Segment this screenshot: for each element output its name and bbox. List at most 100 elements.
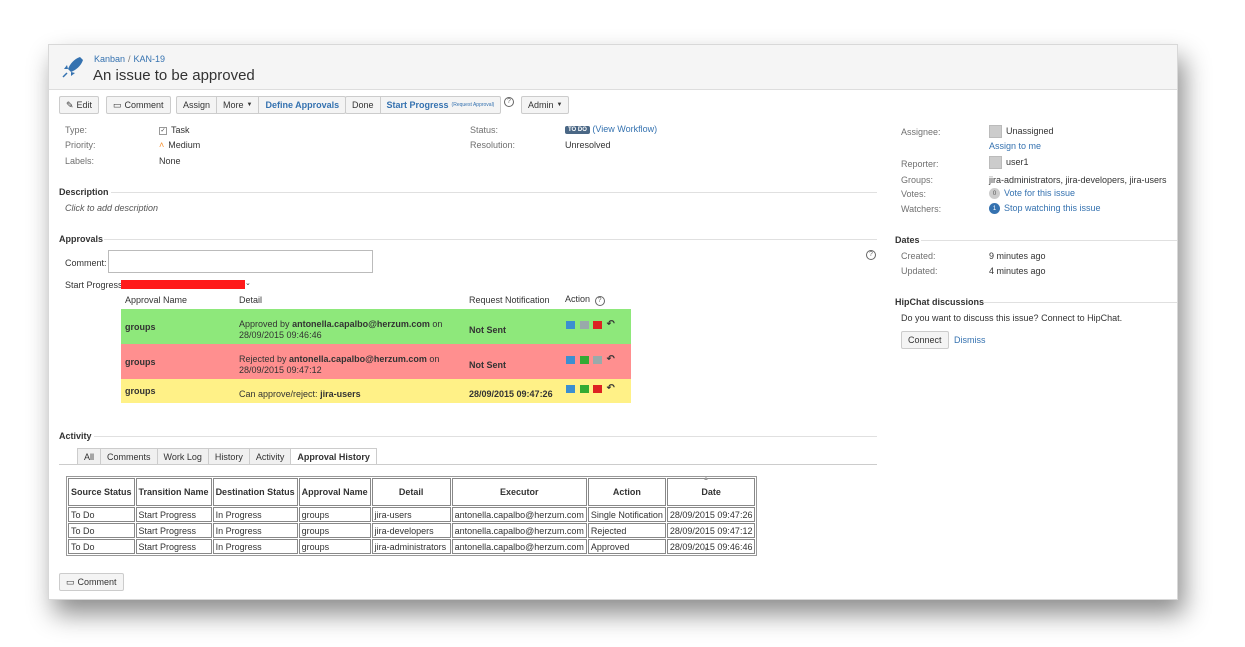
scroll-up-arrow-icon[interactable]: ▲ bbox=[703, 476, 709, 482]
cell: groups bbox=[298, 539, 371, 554]
cell: groups bbox=[298, 507, 371, 522]
thumbs-down-icon[interactable] bbox=[593, 320, 603, 329]
approval-row: groups Can approve/reject: jira-users 28… bbox=[121, 379, 631, 403]
done-button[interactable]: Done bbox=[345, 96, 381, 114]
breadcrumb-issue-key[interactable]: KAN-19 bbox=[134, 54, 166, 64]
tab-comments[interactable]: Comments bbox=[100, 448, 158, 465]
email-icon[interactable] bbox=[566, 320, 575, 329]
description-placeholder[interactable]: Click to add description bbox=[65, 203, 158, 213]
start-progress-label: Start Progress bbox=[65, 280, 123, 290]
tab-work-log[interactable]: Work Log bbox=[156, 448, 209, 465]
reporter-label: Reporter: bbox=[901, 159, 939, 169]
thumbs-down-icon[interactable] bbox=[593, 355, 603, 364]
avatar bbox=[989, 156, 1002, 169]
task-icon: ✓ bbox=[159, 126, 167, 135]
request-approval-label: (Request Approval) bbox=[451, 102, 495, 108]
cell: In Progress bbox=[212, 539, 298, 554]
approval-row: groups Rejected by antonella.capalbo@her… bbox=[121, 344, 631, 379]
updated-value: 4 minutes ago bbox=[989, 266, 1046, 276]
approval-detail-prefix: Can approve/reject: bbox=[239, 389, 318, 399]
groups-value: jira-administrators, jira-developers, ji… bbox=[989, 175, 1167, 185]
start-progress-label: Start Progress bbox=[386, 100, 449, 110]
start-progress-button[interactable]: Start Progress (Request Approval) bbox=[379, 96, 502, 114]
assignee-label: Assignee: bbox=[901, 127, 941, 137]
approval-row-detail: Can approve/reject: jira-users bbox=[239, 389, 361, 399]
more-label: More bbox=[223, 100, 244, 110]
scroll-down-arrow-icon[interactable]: ▼ bbox=[703, 547, 709, 553]
table-scrollbar[interactable]: ▲ ▼ bbox=[701, 476, 712, 553]
more-dropdown[interactable]: More ▼ bbox=[216, 96, 260, 114]
breadcrumb: Kanban / KAN-19 bbox=[94, 54, 165, 64]
approval-detail-prefix: Rejected by bbox=[239, 354, 287, 364]
approval-detail-header: Detail bbox=[239, 295, 263, 305]
col-transition-name: Transition Name bbox=[135, 478, 212, 506]
type-value: ✓ Task bbox=[159, 125, 190, 135]
undo-arrow-icon[interactable]: ↶ bbox=[607, 319, 615, 330]
col-destination-status: Destination Status bbox=[212, 478, 298, 506]
approval-detail-user: jira-users bbox=[320, 389, 361, 399]
hipchat-title: HipChat discussions bbox=[895, 297, 985, 307]
watchers-value: 1 Stop watching this issue bbox=[989, 203, 1101, 215]
tab-activity[interactable]: Activity bbox=[248, 448, 292, 465]
admin-group: Admin ▼ bbox=[521, 96, 570, 114]
admin-dropdown[interactable]: Admin ▼ bbox=[521, 96, 570, 114]
approval-comment-label: Comment: bbox=[65, 258, 107, 268]
undo-arrow-icon[interactable]: ↶ bbox=[607, 383, 615, 394]
created-value: 9 minutes ago bbox=[989, 251, 1046, 261]
approval-row-notification: Not Sent bbox=[469, 325, 506, 335]
breadcrumb-separator: / bbox=[128, 54, 131, 64]
type-label: Type: bbox=[65, 125, 88, 135]
add-comment-button[interactable]: ▭ Comment bbox=[59, 573, 124, 591]
thumbs-up-icon[interactable] bbox=[579, 355, 589, 364]
view-workflow-link[interactable]: (View Workflow) bbox=[592, 124, 657, 134]
tab-approval-history[interactable]: Approval History bbox=[290, 448, 377, 465]
approvals-title: Approvals bbox=[59, 234, 104, 244]
activity-title: Activity bbox=[59, 431, 92, 441]
approval-detail-user: antonella.capalbo@herzum.com bbox=[289, 354, 427, 364]
action-help-icon[interactable]: ? bbox=[594, 295, 605, 306]
connect-button[interactable]: Connect bbox=[901, 331, 949, 349]
approval-row-detail: Approved by antonella.capalbo@herzum.com… bbox=[239, 319, 442, 341]
reporter-name: user1 bbox=[1006, 156, 1029, 167]
cell: To Do bbox=[68, 539, 135, 554]
thumbs-down-icon[interactable] bbox=[593, 384, 603, 393]
votes-value: 0 Vote for this issue bbox=[989, 188, 1075, 200]
assign-button[interactable]: Assign bbox=[176, 96, 218, 114]
stop-watching-link[interactable]: Stop watching this issue bbox=[1004, 203, 1101, 213]
labels-value: None bbox=[159, 156, 181, 166]
status-value: TO DO (View Workflow) bbox=[565, 124, 657, 134]
approval-detail-date: 28/09/2015 09:47:12 bbox=[239, 365, 322, 375]
cell: Approved bbox=[587, 539, 666, 554]
edit-button[interactable]: ✎ Edit bbox=[59, 96, 100, 114]
thumbs-up-icon[interactable] bbox=[579, 384, 589, 393]
cell: jira-developers bbox=[371, 523, 451, 538]
email-icon[interactable] bbox=[566, 384, 575, 393]
undo-arrow-icon[interactable]: ↶ bbox=[607, 354, 615, 365]
assign-to-me-link[interactable]: Assign to me bbox=[989, 141, 1041, 151]
cell: antonella.capalbo@herzum.com bbox=[451, 523, 587, 538]
chevron-down-icon[interactable]: ⌄ bbox=[245, 279, 251, 287]
approval-comment-textarea[interactable] bbox=[108, 250, 373, 273]
breadcrumb-project[interactable]: Kanban bbox=[94, 54, 125, 64]
watchers-label: Watchers: bbox=[901, 204, 942, 214]
description-divider bbox=[111, 192, 877, 193]
pencil-icon: ✎ bbox=[66, 99, 74, 110]
approval-row: groups Approved by antonella.capalbo@her… bbox=[121, 309, 631, 344]
dismiss-link[interactable]: Dismiss bbox=[954, 335, 986, 345]
vote-link[interactable]: Vote for this issue bbox=[1004, 188, 1075, 198]
comment-button[interactable]: ▭ Comment bbox=[106, 96, 171, 114]
tab-all[interactable]: All bbox=[77, 448, 102, 465]
chevron-down-icon: ▼ bbox=[556, 102, 563, 108]
cell: To Do bbox=[68, 523, 135, 538]
tab-history[interactable]: History bbox=[207, 448, 250, 465]
email-icon[interactable] bbox=[566, 355, 575, 364]
approval-name-header: Approval Name bbox=[125, 295, 188, 305]
votes-label: Votes: bbox=[901, 189, 927, 199]
thumbs-up-icon[interactable] bbox=[579, 320, 589, 329]
define-approvals-button[interactable]: Define Approvals bbox=[258, 96, 347, 114]
approvals-help-icon[interactable]: ? bbox=[866, 248, 876, 260]
avatar bbox=[989, 125, 1002, 138]
approval-row-name: groups bbox=[125, 357, 156, 367]
redacted-selector[interactable] bbox=[121, 280, 245, 289]
workflow-help-icon[interactable]: ? bbox=[504, 95, 514, 107]
